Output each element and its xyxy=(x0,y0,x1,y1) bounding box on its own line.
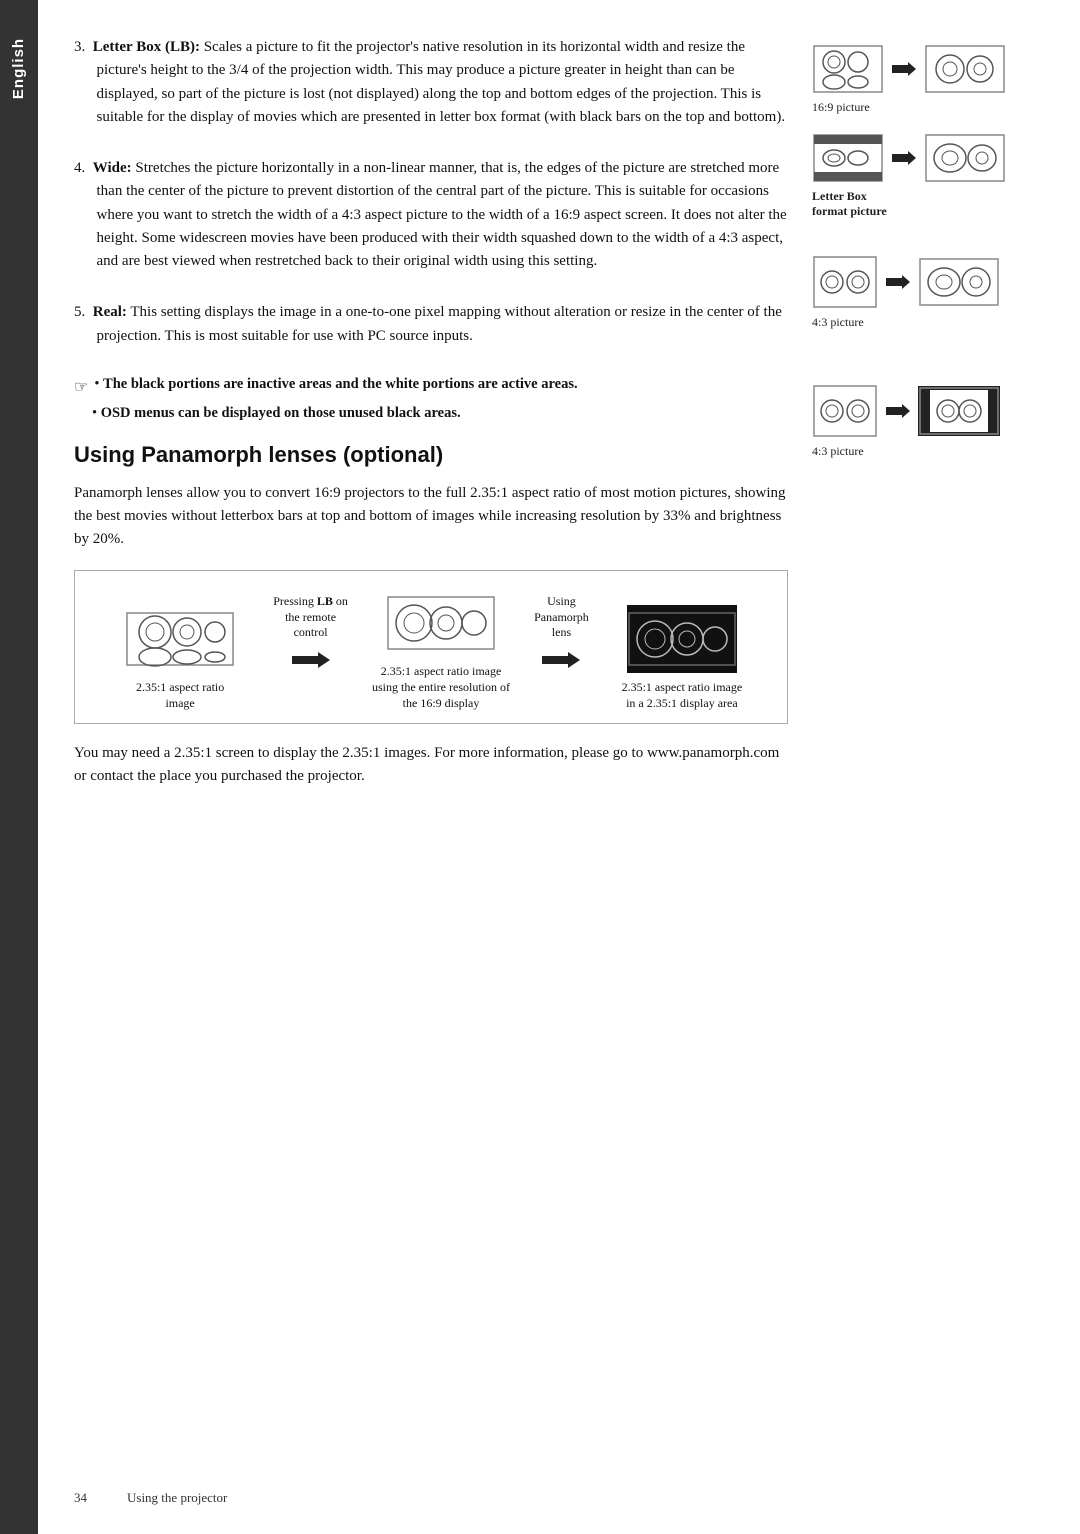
diagram-row-43wide xyxy=(812,255,1000,309)
note-1-text: • The black portions are inactive areas … xyxy=(94,376,577,393)
diagram-label-43real: 4:3 picture xyxy=(812,444,864,459)
item-5-term: Real: xyxy=(93,304,127,320)
panamorph-arrow-label-1: Pressing LB onthe remotecontrol xyxy=(273,594,348,641)
arrow-lb xyxy=(892,149,916,167)
panamorph-arrow-1: Pressing LB onthe remotecontrol xyxy=(267,594,354,711)
panamorph-arrow-label-2: UsingPanamorphlens xyxy=(534,594,589,641)
panamorph-diagram-box: 2.35:1 aspect ratioimage Pressing LB ont… xyxy=(74,570,788,725)
diagram-row-lb xyxy=(812,133,1006,183)
arrow-svg-1 xyxy=(292,649,330,671)
note-1: ☞ • The black portions are inactive area… xyxy=(74,376,788,397)
diagram-label-43wide: 4:3 picture xyxy=(812,315,864,330)
note-icon-2 xyxy=(74,406,86,424)
diagrams-column: 16:9 picture xyxy=(812,36,1032,1474)
diagram-label-lb: Letter Boxformat picture xyxy=(812,189,887,219)
note-2-text: • OSD menus can be displayed on those un… xyxy=(92,405,461,422)
notes-section: ☞ • The black portions are inactive area… xyxy=(74,376,788,424)
panamorph-label-1: 2.35:1 aspect ratioimage xyxy=(136,679,224,711)
arrow-169 xyxy=(892,60,916,78)
diagram-group-43real: 4:3 picture xyxy=(812,384,1032,459)
sidebar: English xyxy=(0,0,38,1534)
diagram-row-169 xyxy=(812,44,1006,94)
panamorph-label-2: 2.35:1 aspect ratio imageusing the entir… xyxy=(372,663,510,712)
diagram-group-lb: Letter Boxformat picture xyxy=(812,133,1032,219)
diagram-result-43wide xyxy=(918,257,1000,307)
panamorph-svg-2 xyxy=(386,589,496,657)
bottom-para: You may need a 2.35:1 screen to display … xyxy=(74,742,788,789)
text-column: 3. Letter Box (LB): Scales a picture to … xyxy=(74,36,812,1474)
list-item-3: 3. Letter Box (LB): Scales a picture to … xyxy=(74,36,788,129)
list-item-5: 5. Real: This setting displays the image… xyxy=(74,301,788,348)
diagram-result-lb xyxy=(924,133,1006,183)
list-item-4: 4. Wide: Stretches the picture horizonta… xyxy=(74,157,788,273)
item-4-text: 4. Wide: Stretches the picture horizonta… xyxy=(74,157,788,273)
panamorph-svg-3 xyxy=(627,605,737,673)
panamorph-item-3: 2.35:1 aspect ratio imagein a 2.35:1 dis… xyxy=(595,605,769,711)
section-heading: Using Panamorph lenses (optional) xyxy=(74,442,788,468)
page-footer: 34 Using the projector xyxy=(38,1490,1080,1506)
page-number: 34 xyxy=(74,1490,87,1506)
panamorph-item-1: 2.35:1 aspect ratioimage xyxy=(93,605,267,711)
diagram-row-43real xyxy=(812,384,1000,438)
diagram-source-43wide xyxy=(812,255,878,309)
note-2: • OSD menus can be displayed on those un… xyxy=(74,405,788,424)
item-3-term: Letter Box (LB): xyxy=(93,39,200,55)
arrow-svg-2 xyxy=(542,649,580,671)
section-intro: Panamorph lenses allow you to convert 16… xyxy=(74,482,788,552)
item-5-text: 5. Real: This setting displays the image… xyxy=(74,301,788,348)
footer-section: Using the projector xyxy=(127,1490,227,1506)
diagram-label-169: 16:9 picture xyxy=(812,100,870,115)
item-3-text: 3. Letter Box (LB): Scales a picture to … xyxy=(74,36,788,129)
sidebar-label: English xyxy=(11,38,28,99)
arrow-43real xyxy=(886,402,910,420)
diagram-result-43real xyxy=(918,386,1000,436)
diagram-source-lb xyxy=(812,133,884,183)
diagram-result-169 xyxy=(924,44,1006,94)
note-icon-1: ☞ xyxy=(74,377,88,397)
panamorph-item-2: 2.35:1 aspect ratio imageusing the entir… xyxy=(354,589,528,712)
panamorph-svg-1 xyxy=(125,605,235,673)
diagram-source-43real xyxy=(812,384,878,438)
diagram-group-43wide: 4:3 picture xyxy=(812,255,1032,330)
arrow-43wide xyxy=(886,273,910,291)
item-4-term: Wide: xyxy=(93,160,132,176)
diagram-group-169: 16:9 picture xyxy=(812,44,1032,115)
diagram-source-169 xyxy=(812,44,884,94)
panamorph-arrow-2: UsingPanamorphlens xyxy=(528,594,595,711)
page-wrapper: English 3. Letter Box (LB): Scales a pic… xyxy=(0,0,1080,1534)
panamorph-label-3: 2.35:1 aspect ratio imagein a 2.35:1 dis… xyxy=(622,679,743,711)
main-content: 3. Letter Box (LB): Scales a picture to … xyxy=(38,0,1080,1534)
